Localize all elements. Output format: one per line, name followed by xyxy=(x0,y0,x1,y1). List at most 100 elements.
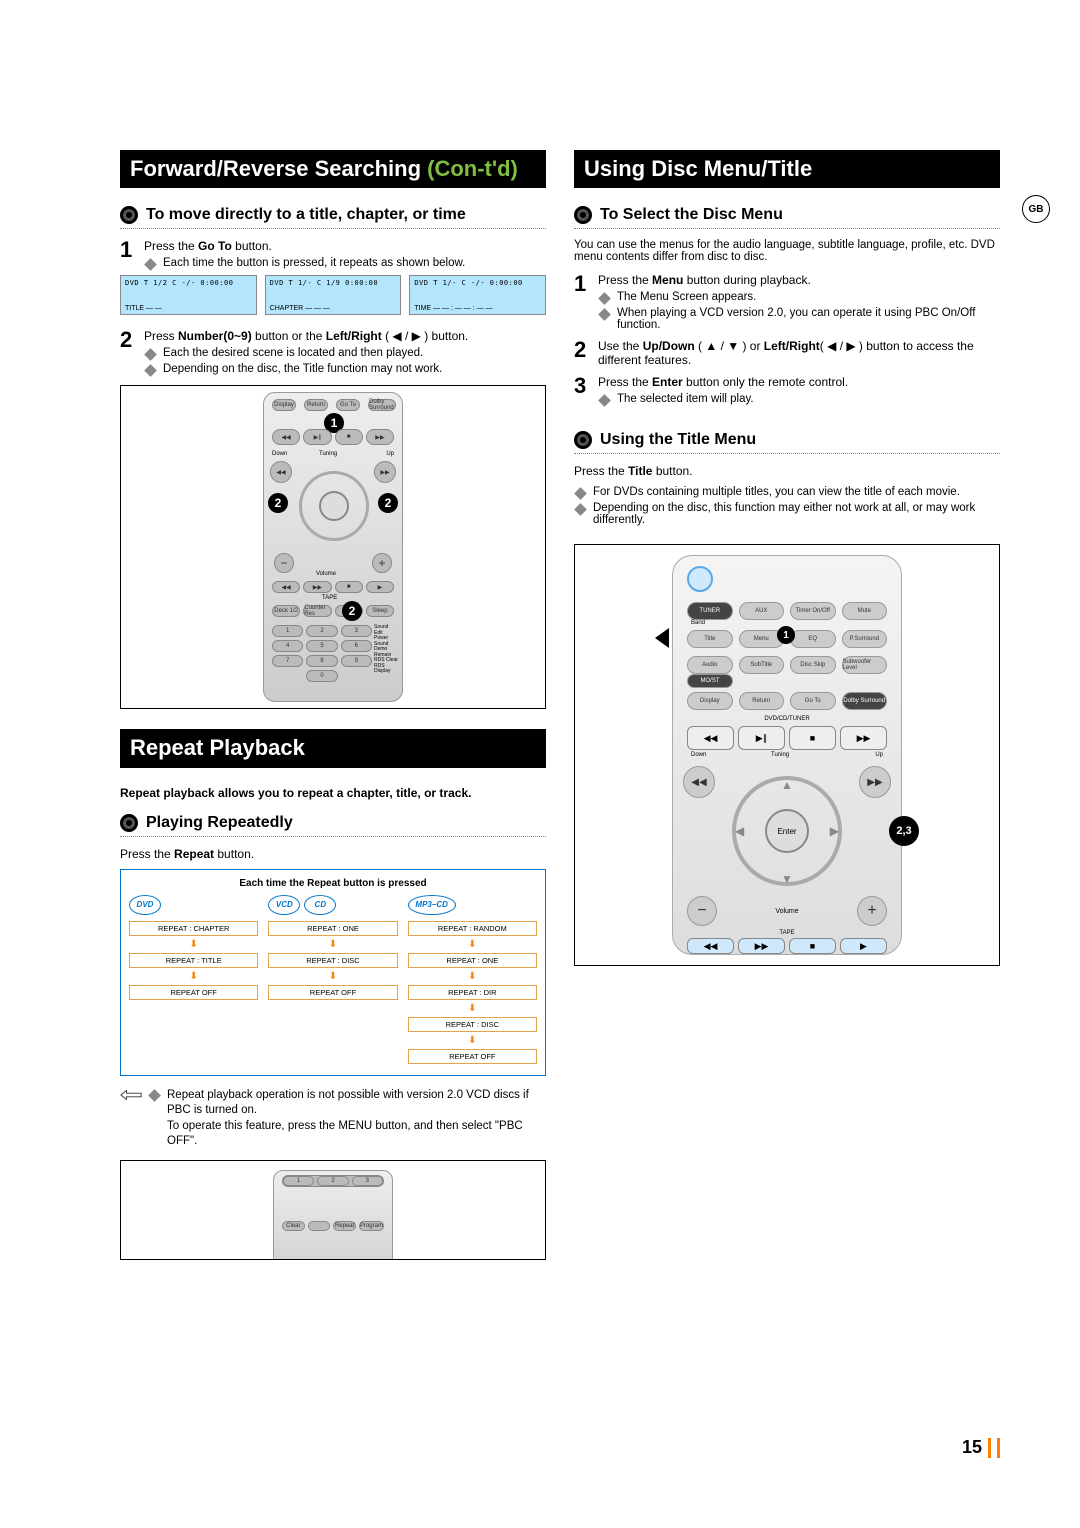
remote-prev-icon: ◀◀ xyxy=(687,726,734,750)
subhead-select-disc-menu: To Select the Disc Menu xyxy=(574,206,1000,229)
step-number: 3 xyxy=(574,375,598,405)
down-arrow-icon: ⬇ xyxy=(408,1003,537,1014)
remote-seek-fwd-icon: ▶▶ xyxy=(374,461,396,483)
down-arrow-icon: ⬇ xyxy=(408,939,537,950)
subhead-text: Using the Title Menu xyxy=(600,431,756,449)
section-title-a: Forward/Reverse Searching xyxy=(130,156,427,181)
repeat-diagram-header: Each time the Repeat button is pressed xyxy=(129,878,537,889)
remote-big-image: TUNER AUX Timer On/Off Mute Band Title M… xyxy=(672,555,902,955)
remote-label: TAPE xyxy=(322,595,337,601)
remote-tape-play-icon: ▶ xyxy=(840,938,887,954)
remote-tape-stop-icon: ■ xyxy=(789,938,836,954)
lcd-title: DVD T 1/2 C -/- 0:00:00TITLE — — xyxy=(120,275,257,315)
remote-badge-2a: 2 xyxy=(268,493,288,513)
step-number: 2 xyxy=(120,329,144,375)
remote-num-2: 2 xyxy=(306,625,337,637)
step-1: 1 Press the Go To button. Each time the … xyxy=(120,239,546,269)
power-icon xyxy=(687,566,713,592)
repeat-diagram: Each time the Repeat button is pressed D… xyxy=(120,869,546,1076)
remote-deck-btn: Deck 1/2 xyxy=(272,605,300,617)
remote-illustration-small: Display Return Go To Dolby Surround 1 ◀◀… xyxy=(120,385,546,709)
section-disc-menu: Using Disc Menu/Title xyxy=(574,150,1000,188)
down-arrow-icon: ⬇ xyxy=(129,939,258,950)
remote-tape-rew-icon: ◀◀ xyxy=(687,938,734,954)
remote-tape-rew-icon: ◀◀ xyxy=(272,581,300,593)
remote-enter-btn: Enter xyxy=(765,809,809,853)
right-step-1: 1 Press the Menu button during playback.… xyxy=(574,273,1000,331)
remote-num-8: 8 xyxy=(306,655,337,667)
remote-num-6: 6 xyxy=(341,640,372,652)
remote-num-5: 5 xyxy=(306,640,337,652)
select-disc-intro: You can use the menus for the audio lang… xyxy=(574,239,1000,263)
remote-control-image: Display Return Go To Dolby Surround 1 ◀◀… xyxy=(263,392,403,702)
remote-seek-back-icon: ◀◀ xyxy=(683,766,715,798)
remote-tuner-btn: TUNER xyxy=(687,602,733,620)
diamond-icon xyxy=(148,1089,161,1102)
diamond-icon xyxy=(574,504,587,517)
remote-num-9: 9 xyxy=(341,655,372,667)
remote-seek-fwd-icon: ▶▶ xyxy=(859,766,891,798)
remote-mini-image: 1 2 3 Clear Repeat Program xyxy=(273,1170,393,1260)
step-number: 1 xyxy=(120,239,144,269)
remote-clear-btn: Clear xyxy=(282,1221,305,1231)
remote-play-icon: ▶∥ xyxy=(738,726,785,750)
down-arrow-icon: ⬇ xyxy=(408,1035,537,1046)
bullet-dot-icon xyxy=(574,206,592,224)
down-arrow-icon: ⬇ xyxy=(268,939,397,950)
remote-tape-play-icon: ▶ xyxy=(366,581,394,593)
remote-subwoofer-btn: Subwoofer Level xyxy=(842,656,888,674)
down-arrow-icon: ⬇ xyxy=(268,971,397,982)
repeat-note: Repeat playback operation is not possibl… xyxy=(120,1088,546,1150)
remote-label: Tuning xyxy=(319,451,337,457)
remote-label: Down xyxy=(272,451,287,457)
subhead-playing-repeatedly: Playing Repeatedly xyxy=(120,814,546,837)
remote-num-4: 4 xyxy=(272,640,303,652)
press-title-line: Press the Title button. xyxy=(574,464,1000,478)
bullet-dot-icon xyxy=(120,206,138,224)
remote-audio-btn: Audio xyxy=(687,656,733,674)
remote-most-btn: MO/ST xyxy=(687,674,733,688)
remote-illustration-mini: 1 2 3 Clear Repeat Program xyxy=(120,1160,546,1260)
remote-psurround-btn: P.Surround xyxy=(842,630,888,648)
remote-tape-ff-icon: ▶▶ xyxy=(303,581,331,593)
remote-eq-btn: EQ xyxy=(790,630,836,648)
section-repeat-playback: Repeat Playback xyxy=(120,729,546,767)
subhead-title-menu: Using the Title Menu xyxy=(574,431,1000,454)
left-arrow-icon: ◀ xyxy=(735,824,744,838)
down-arrow-icon: ▼ xyxy=(781,872,793,886)
diamond-icon xyxy=(144,259,157,272)
right-step-3: 3 Press the Enter button only the remote… xyxy=(574,375,1000,405)
remote-discskip-btn: Disc Skip xyxy=(790,656,836,674)
pointing-hand-icon xyxy=(120,1088,142,1102)
step-2: 2 Press Number(0~9) button or the Left/R… xyxy=(120,329,546,375)
remote-display-btn: Display xyxy=(687,692,733,710)
diamond-icon xyxy=(598,293,611,306)
language-tag: GB xyxy=(1022,195,1050,223)
repeat-intro: Repeat playback allows you to repeat a c… xyxy=(120,786,546,800)
lcd-time: DVD T 1/- C -/- 0:00:00TIME — — : — — : … xyxy=(409,275,546,315)
remote-dolby-btn: Dolby Surround xyxy=(368,399,396,411)
diamond-icon xyxy=(144,365,157,378)
right-arrow-icon: ▶ xyxy=(830,824,839,838)
right-column: Using Disc Menu/Title To Select the Disc… xyxy=(574,150,1000,1260)
remote-tape-ff-icon: ▶▶ xyxy=(738,938,785,954)
remote-num-0: 0 xyxy=(306,670,337,682)
bullet-dot-icon xyxy=(574,431,592,449)
remote-goto-btn: Go To xyxy=(790,692,836,710)
remote-return-btn: Return xyxy=(739,692,785,710)
remote-vol-down-icon: − xyxy=(274,553,294,573)
remote-next-icon: ▶▶ xyxy=(366,429,394,445)
remote-aux-btn: AUX xyxy=(739,602,785,620)
section-title-contd: (Con-t'd) xyxy=(427,156,518,181)
remote-subtitle-btn: SubTitle xyxy=(739,656,785,674)
remote-num-7: 7 xyxy=(272,655,303,667)
remote-badge-2b: 2 xyxy=(378,493,398,513)
left-column: Forward/Reverse Searching (Con-t'd) To m… xyxy=(120,150,546,1260)
page-number: 15 xyxy=(962,1437,1000,1458)
remote-play-icon: ▶∥ xyxy=(303,429,331,445)
remote-return-btn: Return xyxy=(304,399,328,411)
subhead-text: Playing Repeatedly xyxy=(146,814,293,832)
right-step-2: 2 Use the Up/Down ( ▲ / ▼ ) or Left/Righ… xyxy=(574,339,1000,367)
down-arrow-icon: ⬇ xyxy=(408,971,537,982)
diamond-icon xyxy=(598,395,611,408)
